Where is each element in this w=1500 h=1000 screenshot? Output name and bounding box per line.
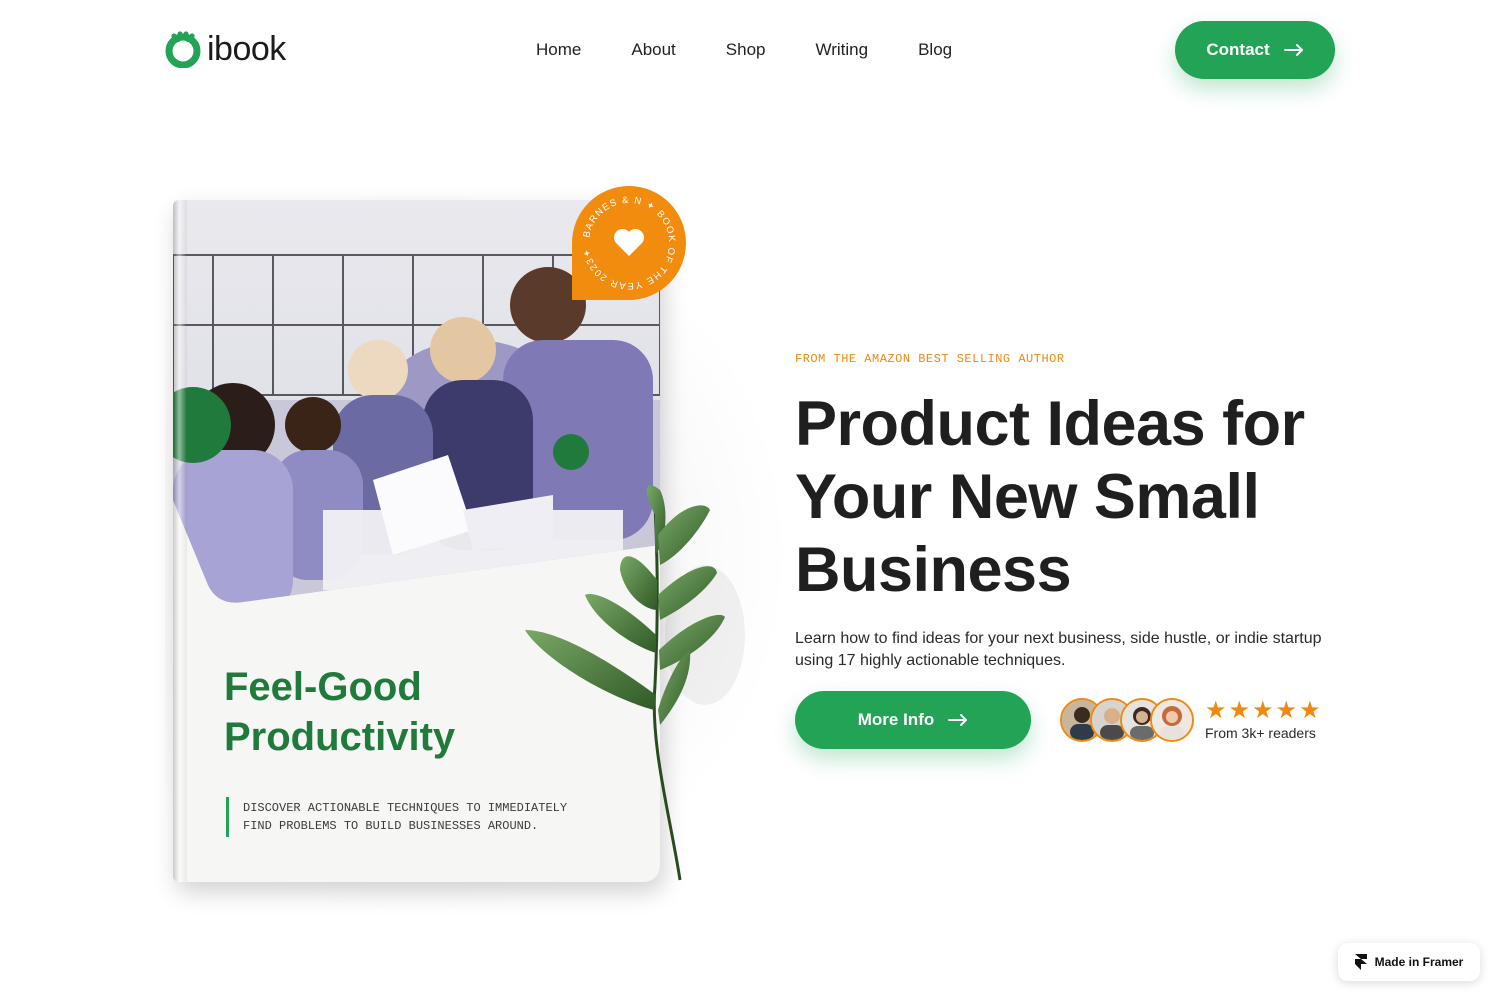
star-icon: ★ xyxy=(1252,697,1274,724)
nav-shop[interactable]: Shop xyxy=(726,40,766,60)
arrow-right-icon xyxy=(1283,44,1303,56)
award-badge: BARNES & N ✦ BOOK OF THE YEAR 2023✦ xyxy=(572,186,686,300)
star-icon: ★ xyxy=(1275,697,1298,724)
hero-headline: Product Ideas for Your New Small Busines… xyxy=(795,388,1395,607)
star-icon: ★ xyxy=(1228,697,1251,724)
logo[interactable]: ibook xyxy=(165,30,286,68)
book-spine xyxy=(173,200,187,882)
nav-writing[interactable]: Writing xyxy=(816,40,869,60)
headline-line: Business xyxy=(795,535,1072,605)
readers-count: From 3k+ readers xyxy=(1205,725,1316,741)
framer-badge-label: Made in Framer xyxy=(1374,955,1464,969)
nav-home[interactable]: Home xyxy=(536,40,581,60)
plant-sprig-image xyxy=(525,485,745,881)
headline-line: Product Ideas for xyxy=(795,389,1305,459)
arrow-right-icon xyxy=(948,714,968,726)
star-icon: ★ xyxy=(1205,697,1227,724)
nav-blog[interactable]: Blog xyxy=(918,40,952,60)
hero-subtitle: Learn how to find ideas for your next bu… xyxy=(795,630,1322,669)
reader-avatars xyxy=(1060,698,1200,742)
logo-icon xyxy=(165,31,201,68)
nav-about[interactable]: About xyxy=(631,40,675,60)
made-in-framer-badge[interactable]: Made in Framer xyxy=(1338,943,1480,981)
framer-logo-icon xyxy=(1354,954,1367,970)
brand-name: ibook xyxy=(207,30,286,68)
headline-line: Your New Small xyxy=(795,462,1260,532)
hero-eyebrow: FROM THE AMAZON BEST SELLING AUTHOR xyxy=(795,352,1065,366)
main-menu: Home About Shop Writing Blog xyxy=(536,40,952,60)
star-icon: ★ xyxy=(1299,697,1321,724)
more-info-button[interactable]: More Info xyxy=(795,691,1031,749)
contact-button-label: Contact xyxy=(1206,40,1270,59)
contact-button[interactable]: Contact xyxy=(1175,21,1335,79)
more-info-label: More Info xyxy=(857,710,935,729)
top-nav: ibook Home About Shop Writing Blog Conta… xyxy=(0,0,1500,100)
rating-stars: ★ ★ ★ ★ ★ xyxy=(1205,699,1321,723)
avatar xyxy=(1150,698,1194,742)
